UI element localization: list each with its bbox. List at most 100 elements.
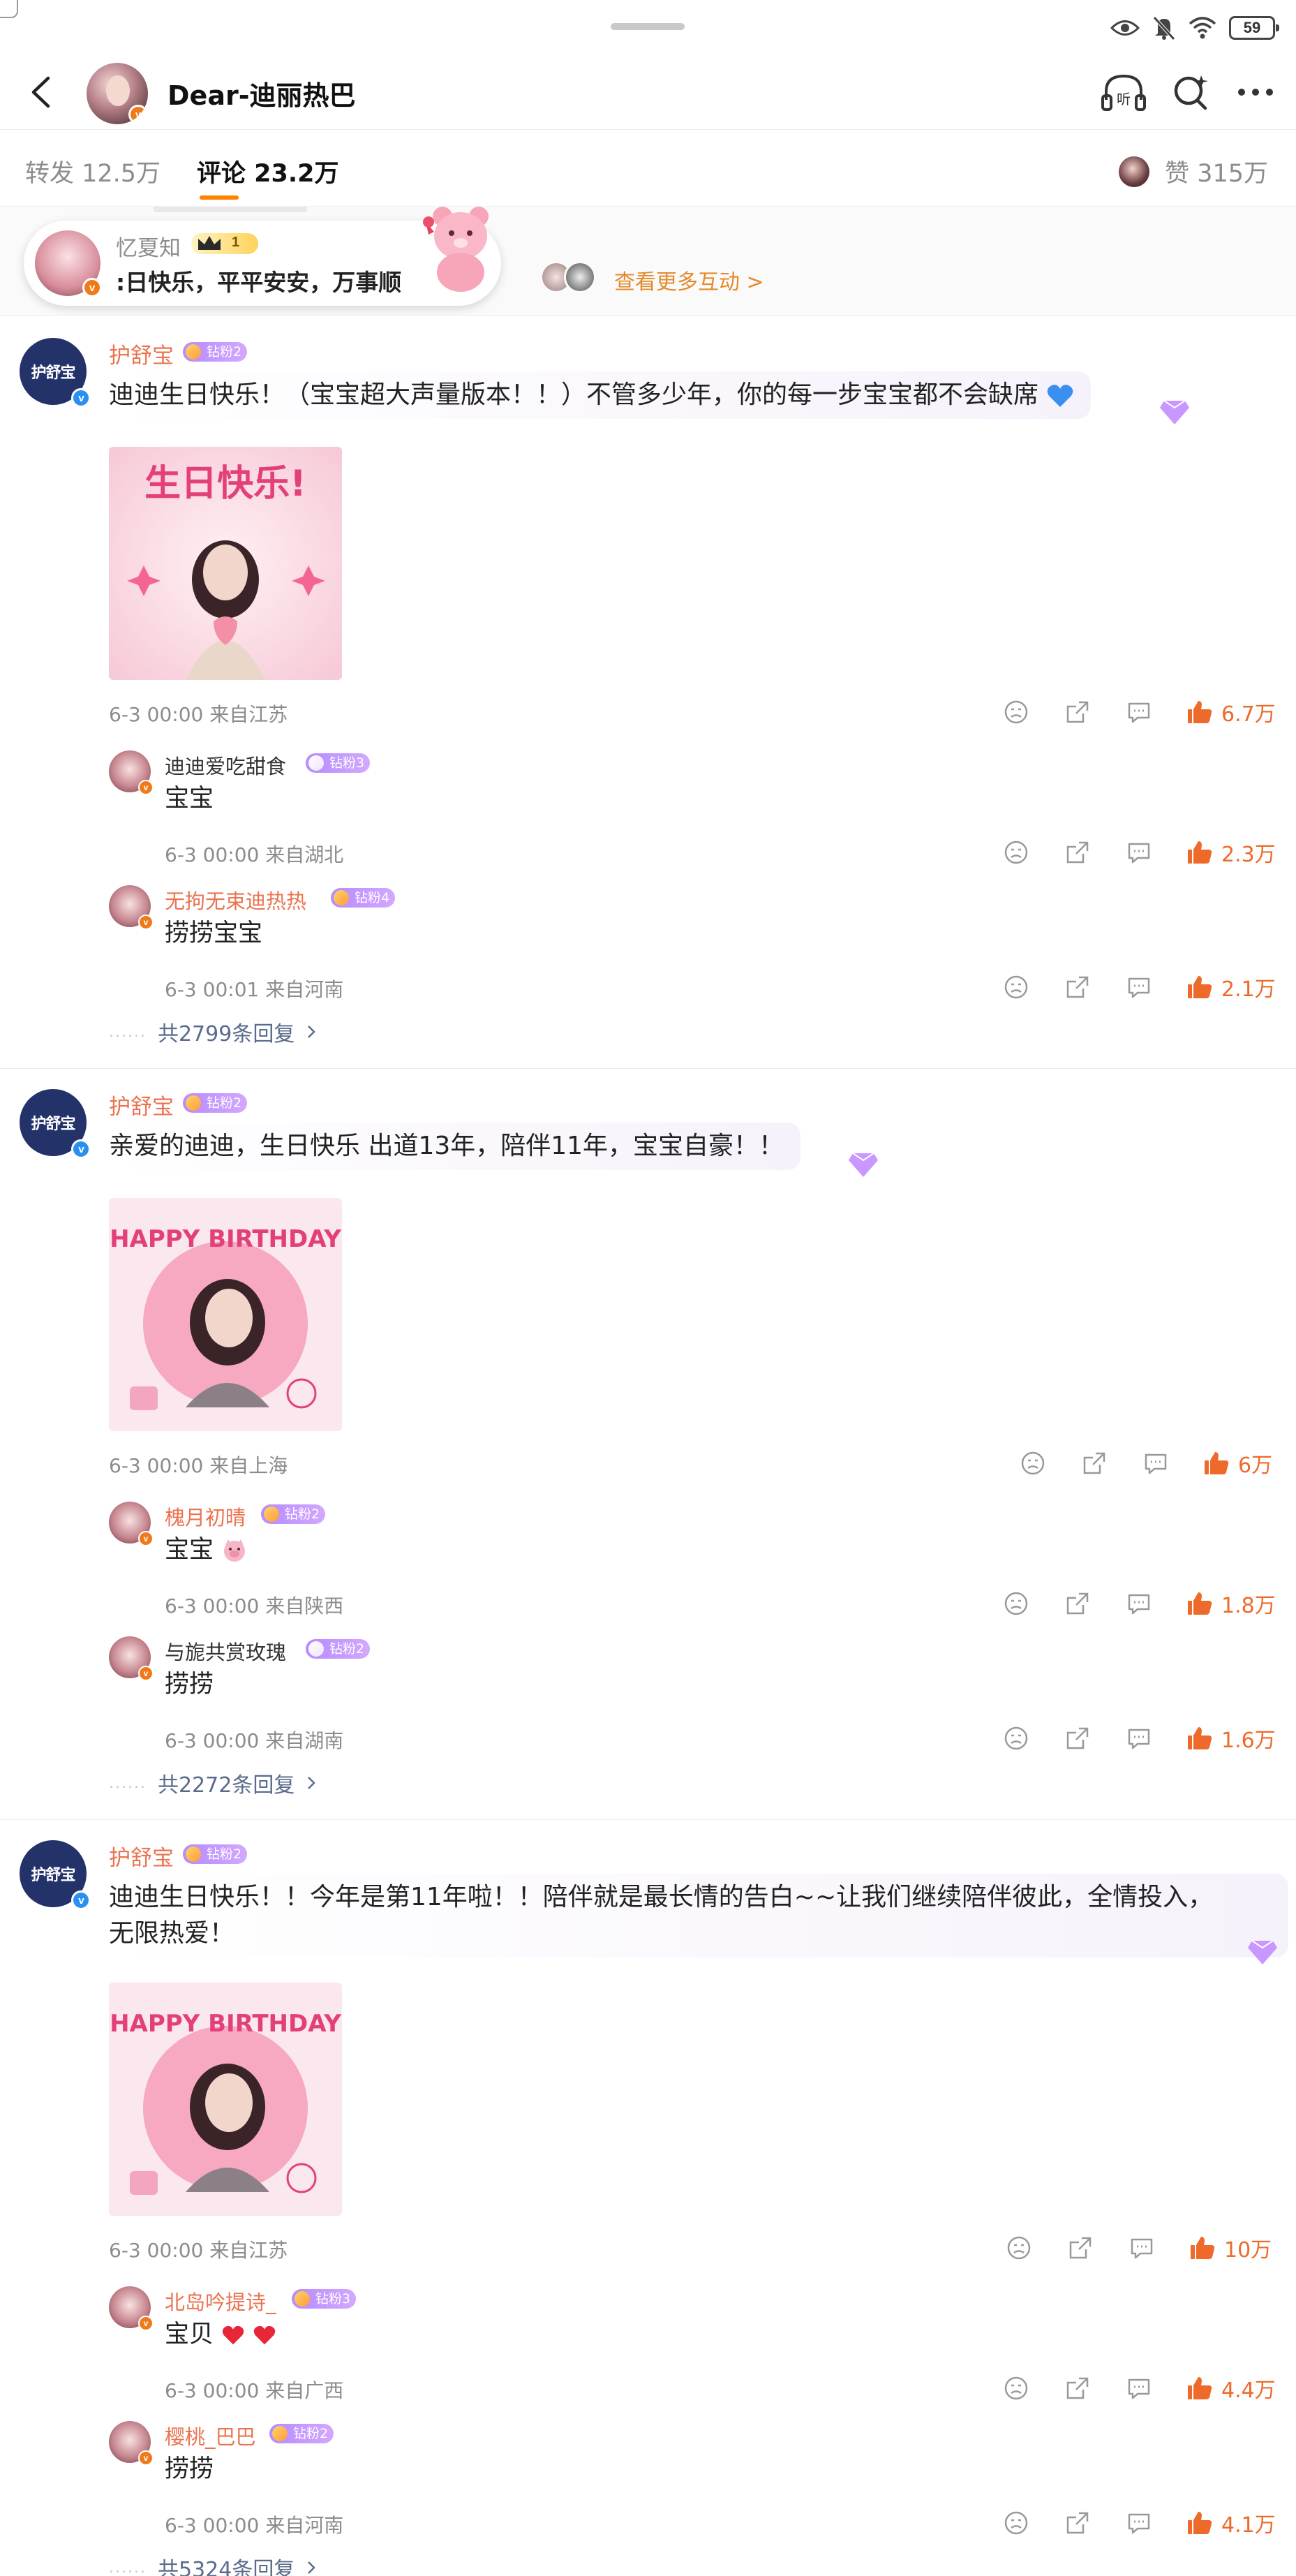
listen-icon[interactable]: 听 (1101, 72, 1147, 112)
dislike-button[interactable] (1002, 1590, 1030, 1618)
commenter-name[interactable]: 护舒宝 (109, 338, 174, 369)
share-button[interactable] (1064, 2374, 1092, 2402)
reply-meta: 6-3 00:00 来自湖北 (165, 843, 344, 866)
image-caption: 生日快乐! (144, 463, 306, 505)
reply-button[interactable] (1125, 698, 1153, 726)
tab-repost[interactable]: 转发 12.5万 (25, 154, 161, 189)
search-icon[interactable] (1172, 73, 1211, 112)
comment-text: 迪迪生日快乐！（宝宝超大声量版本！！）不管多少年，你的每一步宝宝都不会缺席 (109, 371, 1092, 419)
comment-image[interactable]: HAPPY BIRTHDAY (109, 1983, 342, 2216)
share-button[interactable] (1066, 2234, 1094, 2262)
page-title[interactable]: Dear-迪丽热巴 (167, 74, 355, 112)
dislike-button[interactable] (1002, 2374, 1030, 2402)
dislike-button[interactable] (1002, 1724, 1030, 1752)
reply-actions: 1.8万 (1002, 1588, 1276, 1619)
like-icon (1188, 2512, 1212, 2534)
reply-text: 捞捞 (165, 2455, 214, 2483)
header-actions: 听 (1101, 70, 1275, 114)
share-button[interactable] (1064, 698, 1092, 726)
share-button[interactable] (1080, 1449, 1108, 1477)
like-button[interactable]: 2.3万 (1186, 837, 1276, 868)
comment-image[interactable]: 生日快乐! (109, 447, 342, 680)
tab-likes[interactable]: 赞 315万 (1119, 154, 1268, 189)
pig-emoji-icon (224, 1539, 246, 1562)
share-button[interactable] (1064, 1590, 1092, 1618)
commenter-name[interactable]: 护舒宝 (109, 1840, 174, 1872)
reply-avatar[interactable]: v (109, 2421, 154, 2466)
dislike-button[interactable] (1019, 1449, 1047, 1477)
reply-button[interactable] (1125, 1590, 1153, 1618)
reply-name[interactable]: 无拘无束迪热热 (165, 885, 306, 915)
reply-name[interactable]: 樱桃_巴巴 (165, 2421, 256, 2450)
share-button[interactable] (1064, 973, 1092, 1001)
reply-button[interactable] (1125, 973, 1153, 1001)
like-button[interactable]: 4.1万 (1186, 2508, 1276, 2538)
reply-button[interactable] (1125, 2374, 1153, 2402)
share-button[interactable] (1064, 2509, 1092, 2537)
like-button[interactable]: 10万 (1189, 2233, 1272, 2263)
drag-handle[interactable] (611, 23, 685, 30)
reply-button[interactable] (1125, 1724, 1153, 1752)
reply-button[interactable] (1128, 2234, 1156, 2262)
dislike-icon (1004, 700, 1028, 724)
reply-avatar[interactable]: v (109, 885, 154, 930)
gem-icon (1160, 400, 1189, 424)
verified-badge: v (138, 915, 154, 930)
like-button[interactable]: 1.6万 (1186, 1723, 1276, 1754)
like-button[interactable]: 1.8万 (1186, 1588, 1276, 1619)
like-icon (1188, 2377, 1212, 2399)
dislike-button[interactable] (1002, 838, 1030, 866)
back-button[interactable] (20, 71, 61, 113)
more-interactions-link[interactable]: 查看更多互动 > (614, 265, 764, 295)
share-button[interactable] (1064, 1724, 1092, 1752)
share-button[interactable] (1064, 838, 1092, 866)
commenter-name[interactable]: 护舒宝 (109, 1089, 174, 1120)
share-icon (1066, 701, 1089, 723)
reply-name[interactable]: 与旎共赏玫瑰 (165, 1636, 286, 1666)
scrolled-text (154, 207, 307, 212)
author-avatar[interactable]: v (87, 63, 148, 124)
reply-avatar[interactable]: v (109, 750, 154, 795)
reply-text-content: 宝贝 (165, 2320, 214, 2348)
view-replies-link[interactable]: ...... 共2272条回复 (109, 1768, 320, 1798)
chevron-right-icon (308, 1777, 316, 1789)
comment-text: 亲爱的迪迪，生日快乐 出道13年，陪伴11年，宝宝自豪！！ (109, 1123, 801, 1170)
like-button[interactable]: 6.7万 (1186, 697, 1276, 727)
verified-badge: v (138, 1531, 154, 1546)
reply-button[interactable] (1125, 838, 1153, 866)
reply-name[interactable]: 槐月初晴 (165, 1502, 246, 1531)
view-replies-link[interactable]: ...... 共5324条回复 (109, 2552, 320, 2576)
like-button[interactable]: 6万 (1203, 1448, 1272, 1479)
dislike-button[interactable] (1002, 698, 1030, 726)
reply-name[interactable]: 迪迪爱吃甜食 (165, 750, 286, 780)
reply-button[interactable] (1142, 1449, 1170, 1477)
back-icon (31, 76, 50, 108)
like-icon (1188, 841, 1212, 864)
like-count: 4.1万 (1221, 2513, 1276, 2538)
gem-icon (849, 1153, 878, 1177)
like-button[interactable]: 4.4万 (1186, 2373, 1276, 2404)
commenter-avatar[interactable]: 护舒宝 v (20, 338, 91, 408)
commenter-avatar[interactable]: 护舒宝 v (20, 1089, 91, 1159)
fan-badge: 钻粉2 (183, 1844, 248, 1864)
comment-icon (1128, 1729, 1150, 1749)
dislike-button[interactable] (1005, 2234, 1033, 2262)
dislike-button[interactable] (1002, 2509, 1030, 2537)
comment-actions: 6.7万 (1002, 697, 1276, 727)
tab-comments[interactable]: 评论 23.2万 (197, 154, 339, 189)
notice-text: :日快乐，平平安安，万事顺 (116, 269, 402, 296)
more-icon[interactable] (1236, 85, 1275, 99)
comment-image[interactable]: HAPPY BIRTHDAY (109, 1198, 342, 1431)
reply-button[interactable] (1125, 2509, 1153, 2537)
comment-text-line1: 迪迪生日快乐！！今年是第11年啦！！陪伴就是最长情的告白~~让我们继续陪伴彼此，… (109, 1883, 1214, 1911)
reply-avatar[interactable]: v (109, 1636, 154, 1681)
commenter-avatar[interactable]: 护舒宝 v (20, 1840, 91, 1910)
like-button[interactable]: 2.1万 (1186, 972, 1276, 1002)
comment-text-line2: 无限热爱！ (109, 1919, 235, 1948)
reply-avatar[interactable]: v (109, 1502, 154, 1546)
dislike-button[interactable] (1002, 973, 1030, 1001)
reply-avatar[interactable]: v (109, 2286, 154, 2331)
reply-name[interactable]: 北岛吟提诗_ (165, 2286, 276, 2316)
comment-icon (1128, 977, 1150, 998)
view-replies-link[interactable]: ...... 共2799条回复 (109, 1016, 320, 1047)
